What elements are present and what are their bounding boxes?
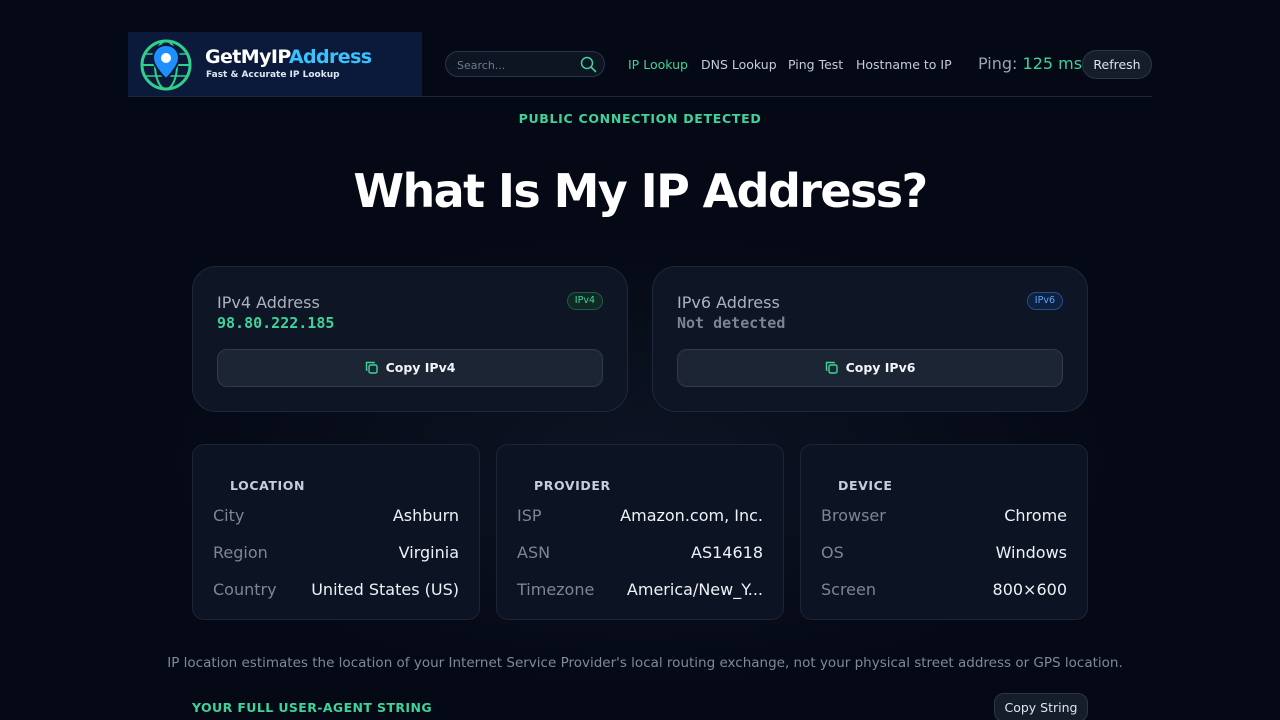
copy-ipv6-button[interactable]: Copy IPv6 (677, 349, 1063, 387)
search-input[interactable]: Search... (445, 51, 605, 77)
refresh-button[interactable]: Refresh (1082, 50, 1152, 79)
provider-row-timezone: Timezone America/New_Y... (517, 580, 763, 599)
search-icon[interactable] (580, 56, 597, 73)
ipv6-value: Not detected (677, 314, 786, 332)
ipv4-card: IPv4 Address IPv4 98.80.222.185 Copy IPv… (192, 266, 628, 412)
ping-value: 125 ms (1022, 54, 1083, 73)
provider-heading: PROVIDER (534, 478, 611, 493)
site-logo[interactable]: GetMyIPAddress Fast & Accurate IP Lookup (128, 32, 422, 96)
provider-row-isp: ISP Amazon.com, Inc. (517, 506, 763, 525)
copy-icon (825, 361, 838, 374)
device-card: DEVICE Browser Chrome OS Windows Screen 800… (800, 444, 1088, 620)
copy-user-agent-button[interactable]: Copy String (994, 693, 1088, 720)
ping-readout: Ping: 125 ms (978, 54, 1083, 73)
ipv6-label: IPv6 Address (677, 293, 780, 312)
device-row-os: OS Windows (821, 543, 1067, 562)
device-heading: DEVICE (838, 478, 893, 493)
location-disclaimer: IP location estimates the location of yo… (167, 655, 1123, 671)
site-header: GetMyIPAddress Fast & Accurate IP Lookup… (128, 32, 1152, 97)
location-row-region: Region Virginia (213, 543, 459, 562)
device-row-browser: Browser Chrome (821, 506, 1067, 525)
user-agent-heading: YOUR FULL USER-AGENT STRING (192, 700, 432, 715)
logo-tagline: Fast & Accurate IP Lookup (206, 70, 340, 80)
location-row-country: Country United States (US) (213, 580, 459, 599)
location-card: LOCATION City Ashburn Region Virginia Coun… (192, 444, 480, 620)
location-row-city: City Ashburn (213, 506, 459, 525)
device-row-screen: Screen 800×600 (821, 580, 1067, 599)
nav-dns-lookup[interactable]: DNS Lookup (701, 57, 777, 72)
copy-ipv6-label: Copy IPv6 (845, 360, 916, 375)
ipv4-label: IPv4 Address (217, 293, 320, 312)
ipv4-badge: IPv4 (566, 292, 603, 310)
provider-card: PROVIDER ISP Amazon.com, Inc. ASN AS14618 … (496, 444, 784, 620)
ipv6-card: IPv6 Address IPv6 Not detected Copy IPv6 (652, 266, 1088, 412)
page-title: What Is My IP Address? (353, 164, 928, 218)
logo-title: GetMyIPAddress (205, 46, 372, 68)
ipv6-badge: IPv6 (1026, 292, 1063, 310)
search-placeholder: Search... (457, 59, 506, 72)
copy-ipv4-button[interactable]: Copy IPv4 (217, 349, 603, 387)
copy-ipv4-label: Copy IPv4 (385, 360, 456, 375)
provider-row-asn: ASN AS14618 (517, 543, 763, 562)
ipv4-value: 98.80.222.185 (217, 314, 335, 332)
nav-hostname-to-ip[interactable]: Hostname to IP (856, 57, 952, 72)
nav-ip-lookup[interactable]: IP Lookup (628, 57, 688, 72)
location-heading: LOCATION (230, 478, 306, 493)
connection-status: PUBLIC CONNECTION DETECTED (518, 111, 762, 126)
globe-pin-logo-icon (140, 39, 192, 91)
copy-icon (365, 361, 378, 374)
nav-ping-test[interactable]: Ping Test (788, 57, 843, 72)
